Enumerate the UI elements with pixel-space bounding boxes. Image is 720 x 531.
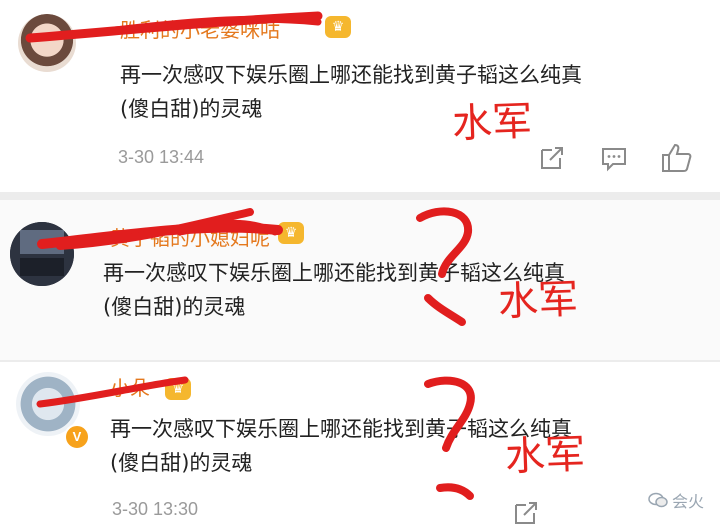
annotation-label: 水军 xyxy=(504,431,586,481)
verified-badge-icon: V xyxy=(64,424,90,450)
comment-line: 再一次感叹下娱乐圈上哪还能找到黄子韬这么纯真 xyxy=(103,261,565,285)
like-icon[interactable] xyxy=(660,141,694,173)
annotation-label: 水军 xyxy=(451,98,533,148)
timestamp: 3-30 13:30 xyxy=(112,499,199,519)
comment-line: (傻白甜)的灵魂 xyxy=(120,97,263,121)
avatar-art xyxy=(10,222,74,286)
comment-icon[interactable] xyxy=(600,144,628,172)
watermark-label: 会火 xyxy=(671,492,704,511)
annotation-label: 水军 xyxy=(497,276,579,326)
comment-line: 再一次感叹下娱乐圈上哪还能找到黄子韬这么纯真 xyxy=(110,417,572,441)
comment-text: 再一次感叹下娱乐圈上哪还能找到黄子韬这么纯真 (傻白甜)的灵魂 xyxy=(110,412,710,480)
username[interactable]: 胜利的小老婆咪咕 xyxy=(120,14,280,43)
comment-line: 再一次感叹下娱乐圈上哪还能找到黄子韬这么纯真 xyxy=(120,63,582,87)
crown-icon: ♛ xyxy=(325,16,351,38)
comment-line: (傻白甜)的灵魂 xyxy=(103,295,246,319)
comment-card: 胜利的小老婆咪咕 ♛ 再一次感叹下娱乐圈上哪还能找到黄子韬这么纯真 (傻白甜)的… xyxy=(0,0,720,192)
share-icon[interactable] xyxy=(512,499,540,527)
username[interactable]: 黄子韬的小媳妇呢 xyxy=(110,222,270,251)
watermark: 会火 xyxy=(648,488,704,512)
crown-icon: ♛ xyxy=(278,222,304,244)
wechat-icon xyxy=(648,492,668,508)
comment-line: (傻白甜)的灵魂 xyxy=(110,451,253,475)
share-icon[interactable] xyxy=(538,144,566,172)
avatar[interactable] xyxy=(18,14,76,72)
comment-text: 再一次感叹下娱乐圈上哪还能找到黄子韬这么纯真 (傻白甜)的灵魂 xyxy=(103,256,703,324)
timestamp: 3-30 13:44 xyxy=(118,147,205,167)
username[interactable]: 小朵 xyxy=(110,372,150,401)
comment-text: 再一次感叹下娱乐圈上哪还能找到黄子韬这么纯真 (傻白甜)的灵魂 xyxy=(120,58,710,126)
avatar[interactable] xyxy=(10,222,74,286)
crown-icon: ♛ xyxy=(165,378,191,400)
comment-feed: 胜利的小老婆咪咕 ♛ 再一次感叹下娱乐圈上哪还能找到黄子韬这么纯真 (傻白甜)的… xyxy=(0,0,720,531)
